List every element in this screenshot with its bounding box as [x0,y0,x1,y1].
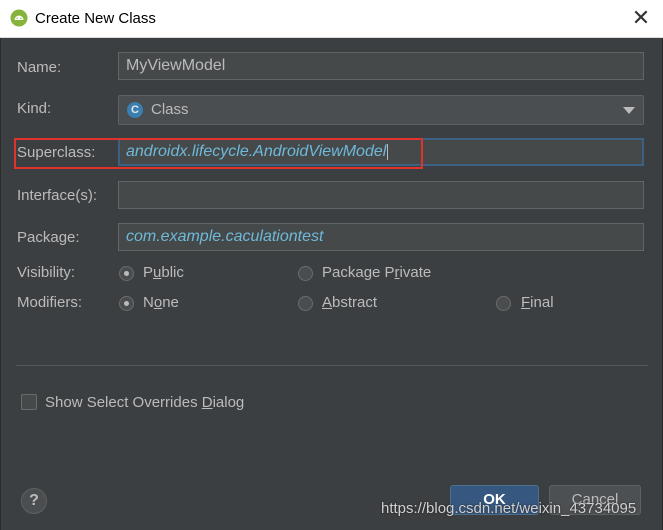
modifier-abstract-radio[interactable] [298,296,313,311]
title-bar: Create New Class ✕ [0,0,663,38]
kind-label: Kind: [17,100,52,117]
kind-dropdown[interactable]: C Class [118,95,644,125]
interfaces-label: Interface(s): [17,187,98,204]
name-label: Name: [17,59,62,76]
show-overrides-label[interactable]: Show Select Overrides Dialog [45,394,244,412]
name-field[interactable]: MyViewModel [118,52,644,80]
modifier-final-radio[interactable] [496,296,511,311]
window-title: Create New Class [35,10,156,27]
visibility-public-radio[interactable] [119,266,134,281]
create-class-dialog: Name: MyViewModel Kind: C Class Supercla… [0,38,663,530]
class-icon: C [127,102,143,118]
package-label: Package: [17,229,80,246]
interfaces-field[interactable] [118,181,644,209]
visibility-public-label[interactable]: Public [143,264,184,282]
modifier-abstract-label[interactable]: Abstract [322,294,377,312]
modifier-final-label[interactable]: Final [521,294,554,312]
annotation-highlight-box [14,138,423,169]
visibility-label: Visibility: [17,264,76,281]
modifier-none-label[interactable]: None [143,294,179,312]
visibility-package-private-label[interactable]: Package Private [322,264,431,282]
modifier-none-radio[interactable] [119,296,134,311]
watermark-text: https://blog.csdn.net/weixin_43734095 [381,500,637,517]
package-field[interactable]: com.example.caculationtest [118,223,644,251]
android-studio-icon [10,9,28,27]
show-overrides-checkbox[interactable] [21,394,37,410]
visibility-package-private-radio[interactable] [298,266,313,281]
divider [16,365,648,366]
close-icon[interactable]: ✕ [629,6,653,30]
help-button[interactable]: ? [21,488,47,514]
chevron-down-icon[interactable] [623,107,635,114]
kind-selected-value: Class [151,101,189,118]
modifiers-label: Modifiers: [17,294,83,311]
